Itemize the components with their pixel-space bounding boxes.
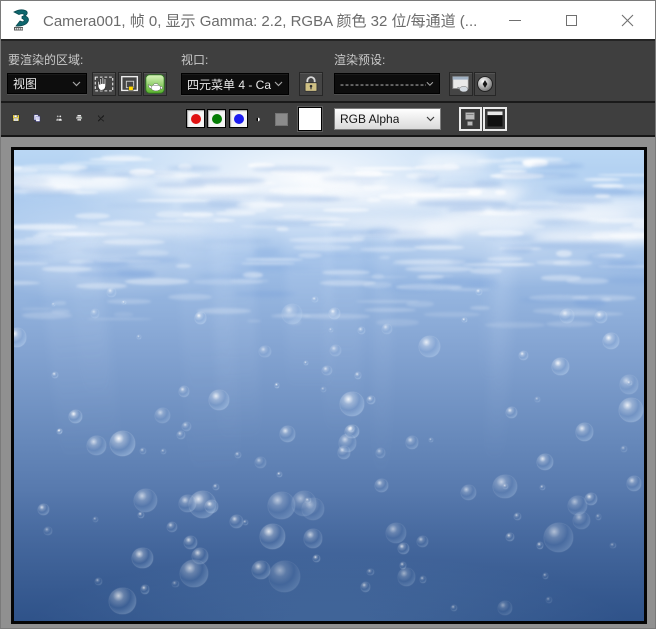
rendered-image[interactable] <box>14 150 644 621</box>
render-surface <box>11 147 647 624</box>
viewport-label: 视口: <box>181 53 209 67</box>
edit-region-icon <box>121 75 139 92</box>
toolbar-row-2: RGB Alpha <box>1 101 655 135</box>
toolbar-row-1: 要渲染的区域: 视图 视口: 四元菜单 4 - Ca 渲染预设: -------… <box>1 39 655 101</box>
green-channel-icon <box>211 113 222 124</box>
viewport-select[interactable]: 四元菜单 4 - Ca <box>181 73 289 95</box>
environment-icon <box>477 76 493 92</box>
chevron-down-icon <box>72 81 81 86</box>
depth-vignette <box>14 150 644 621</box>
print-image-button[interactable] <box>69 108 89 128</box>
red-channel-button[interactable] <box>186 109 205 128</box>
green-channel-button[interactable] <box>207 109 226 128</box>
render-button[interactable] <box>143 72 167 96</box>
ui-overlays-icon <box>465 112 475 126</box>
monochrome-icon <box>256 117 260 121</box>
minimize-icon <box>509 19 521 21</box>
blue-channel-icon <box>233 113 244 124</box>
monochrome-button[interactable] <box>250 111 266 127</box>
chevron-down-icon <box>274 81 283 87</box>
chevron-down-icon <box>426 81 434 86</box>
canvas-frame <box>1 135 655 628</box>
minimize-button[interactable] <box>487 1 543 39</box>
window-controls <box>487 1 655 39</box>
clear-image-button[interactable] <box>91 108 111 128</box>
pan-region-button[interactable] <box>92 72 116 96</box>
close-icon <box>621 14 633 26</box>
render-preset-label: 渲染预设: <box>334 53 386 67</box>
3dsmax-app-icon <box>9 7 35 33</box>
titlebar[interactable]: Camera001, 帧 0, 显示 Gamma: 2.2, RGBA 颜色 3… <box>1 1 655 39</box>
close-button[interactable] <box>599 1 655 39</box>
render-teapot-icon <box>145 74 165 94</box>
edit-region-button[interactable] <box>118 72 142 96</box>
rendered-frame-window: Camera001, 帧 0, 显示 Gamma: 2.2, RGBA 颜色 3… <box>0 0 656 629</box>
render-setup-icon <box>452 76 469 93</box>
lock-icon <box>304 76 318 92</box>
save-icon <box>12 114 20 122</box>
clone-people-icon <box>55 115 63 122</box>
area-to-render-label: 要渲染的区域: <box>8 53 84 67</box>
window-title: Camera001, 帧 0, 显示 Gamma: 2.2, RGBA 颜色 3… <box>43 12 478 30</box>
pan-hand-icon <box>94 76 114 92</box>
delete-x-icon <box>97 115 105 122</box>
area-to-render-select[interactable]: 视图 <box>7 73 87 94</box>
chevron-down-icon <box>426 116 435 122</box>
clone-window-button[interactable] <box>49 108 69 128</box>
copy-image-button[interactable] <box>27 108 47 128</box>
background-color-swatch[interactable] <box>298 107 322 131</box>
red-channel-icon <box>190 113 201 124</box>
maximize-icon <box>565 14 577 26</box>
lock-viewport-button[interactable] <box>299 72 323 96</box>
copy-icon <box>33 114 41 122</box>
render-setup-button[interactable] <box>449 72 473 96</box>
channel-display-select[interactable]: RGB Alpha <box>334 108 441 130</box>
print-icon <box>75 114 83 122</box>
toggle-ui-overlays-button[interactable] <box>459 107 482 131</box>
ui-window-icon <box>487 111 503 127</box>
render-preset-select[interactable]: -------------------- <box>334 73 440 94</box>
environment-effects-button[interactable] <box>474 72 496 96</box>
alpha-channel-button[interactable] <box>275 113 288 126</box>
save-image-button[interactable] <box>6 108 26 128</box>
maximize-button[interactable] <box>543 1 599 39</box>
blue-channel-button[interactable] <box>229 109 248 128</box>
toggle-ui-button[interactable] <box>483 107 507 131</box>
